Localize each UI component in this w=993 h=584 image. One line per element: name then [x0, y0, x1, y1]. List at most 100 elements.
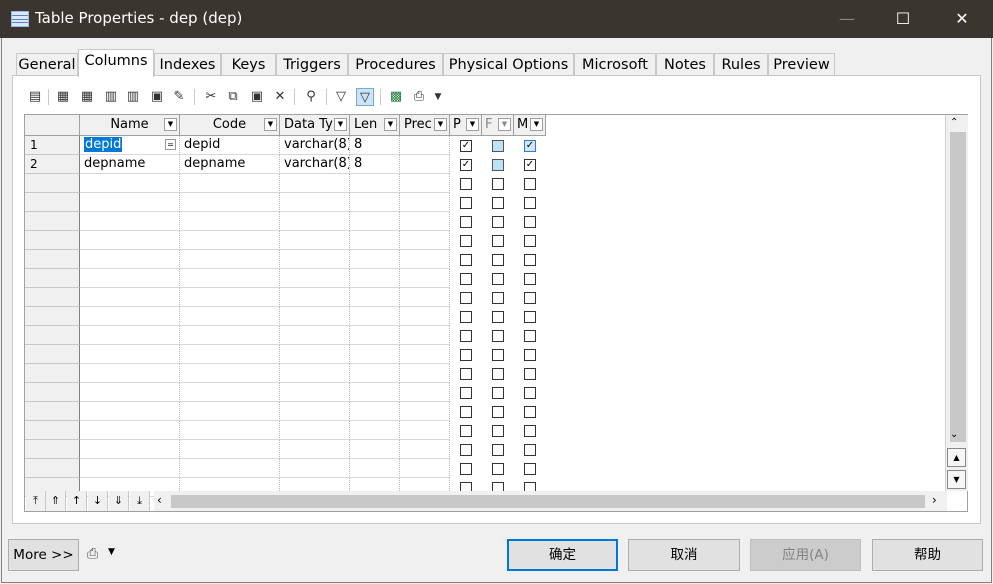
primary-checkbox[interactable] — [460, 463, 472, 475]
table-cell-name[interactable] — [80, 402, 180, 421]
table-cell-code[interactable]: depid — [180, 136, 280, 155]
table-cell-name[interactable] — [80, 307, 180, 326]
foreign-checkbox[interactable] — [492, 197, 504, 209]
row-number[interactable]: 2 — [25, 155, 80, 174]
mandatory-checkbox[interactable] — [524, 368, 536, 380]
table-cell-length[interactable] — [350, 345, 400, 364]
table-cell-name[interactable]: depid = — [80, 136, 180, 155]
table-cell-code[interactable] — [180, 421, 280, 440]
foreign-checkbox[interactable] — [492, 387, 504, 399]
table-cell-code[interactable] — [180, 212, 280, 231]
primary-checkbox[interactable] — [460, 197, 472, 209]
move-up-icon[interactable]: ↑ — [67, 491, 87, 511]
table-cell-precision[interactable] — [400, 155, 450, 174]
help-button[interactable]: 帮助 — [872, 539, 983, 571]
table-cell-length[interactable] — [350, 459, 400, 478]
row-number[interactable] — [25, 383, 80, 402]
move-to-bottom-icon[interactable]: ⤓ — [130, 491, 150, 511]
table-cell-code[interactable] — [180, 250, 280, 269]
table-cell-code[interactable] — [180, 402, 280, 421]
table-cell-name[interactable] — [80, 459, 180, 478]
mandatory-checkbox[interactable] — [524, 330, 536, 342]
dropdown-arrow-icon[interactable]: ▼ — [498, 118, 511, 131]
table-cell-data-type[interactable] — [280, 402, 350, 421]
dropdown-arrow-icon[interactable]: ▼ — [434, 118, 447, 131]
column-header-length[interactable]: Len ▼ — [350, 115, 400, 136]
tab-keys[interactable]: Keys — [221, 53, 276, 76]
table-cell-data-type[interactable] — [280, 174, 350, 193]
table-cell-data-type[interactable] — [280, 345, 350, 364]
table-cell-length[interactable] — [350, 212, 400, 231]
move-page-up-icon[interactable]: ⇑ — [46, 491, 66, 511]
table-cell-precision[interactable] — [400, 250, 450, 269]
table-cell-name[interactable] — [80, 212, 180, 231]
table-cell-length[interactable]: 8 — [350, 155, 400, 174]
table-cell-code[interactable] — [180, 174, 280, 193]
mandatory-checkbox[interactable] — [524, 178, 536, 190]
table-cell-length[interactable] — [350, 231, 400, 250]
row-number[interactable] — [25, 364, 80, 383]
table-cell-data-type[interactable] — [280, 212, 350, 231]
table-cell-code[interactable] — [180, 307, 280, 326]
cut-icon[interactable]: ✂ — [202, 88, 220, 106]
tab-rules[interactable]: Rules — [714, 53, 768, 76]
foreign-checkbox[interactable] — [492, 349, 504, 361]
filter-icon[interactable]: ▽ — [332, 88, 350, 106]
primary-checkbox[interactable] — [460, 330, 472, 342]
foreign-checkbox[interactable] — [492, 311, 504, 323]
table-cell-precision[interactable] — [400, 269, 450, 288]
page-down-icon[interactable]: ▼ — [947, 470, 966, 489]
table-cell-length[interactable] — [350, 269, 400, 288]
vertical-scrollbar[interactable]: ⌃ ⌄ ▲ ▼ — [945, 115, 968, 491]
primary-checkbox[interactable] — [460, 292, 472, 304]
table-cell-length[interactable] — [350, 364, 400, 383]
column-header-data-type[interactable]: Data Ty ▼ — [280, 115, 350, 136]
maximize-button[interactable]: ☐ — [880, 0, 926, 38]
table-cell-precision[interactable] — [400, 193, 450, 212]
paste-columns-icon[interactable]: ▣ — [148, 88, 166, 106]
table-cell-name[interactable] — [80, 383, 180, 402]
close-button[interactable]: ✕ — [939, 0, 985, 38]
print-icon[interactable]: ⎙ — [410, 88, 428, 106]
table-cell-data-type[interactable] — [280, 231, 350, 250]
mandatory-checkbox[interactable]: ✓ — [524, 140, 536, 152]
primary-checkbox[interactable] — [460, 444, 472, 456]
row-number[interactable] — [25, 402, 80, 421]
cell-text-selected[interactable]: depid — [84, 137, 123, 152]
table-cell-data-type[interactable] — [280, 250, 350, 269]
table-cell-precision[interactable] — [400, 212, 450, 231]
table-cell-data-type[interactable] — [280, 459, 350, 478]
dropdown-arrow-icon[interactable]: ▼ — [334, 118, 347, 131]
table-cell-length[interactable] — [350, 174, 400, 193]
mandatory-checkbox[interactable] — [524, 273, 536, 285]
mandatory-checkbox[interactable] — [524, 444, 536, 456]
row-number[interactable] — [25, 269, 80, 288]
table-cell-code[interactable] — [180, 288, 280, 307]
vertical-scroll-thumb[interactable] — [950, 132, 966, 442]
table-cell-length[interactable] — [350, 193, 400, 212]
table-cell-code[interactable]: depname — [180, 155, 280, 174]
ellipsis-icon[interactable]: = — [165, 139, 176, 150]
tab-general[interactable]: General — [16, 53, 78, 76]
excel-export-icon[interactable]: ▩ — [387, 88, 405, 106]
table-cell-data-type[interactable] — [280, 326, 350, 345]
column-header-name[interactable]: Name ▼ — [80, 115, 180, 136]
row-number[interactable] — [25, 288, 80, 307]
primary-checkbox[interactable] — [460, 216, 472, 228]
tab-preview[interactable]: Preview — [768, 53, 835, 76]
column-header-code[interactable]: Code ▼ — [180, 115, 280, 136]
table-cell-data-type[interactable]: varchar(8) — [280, 155, 350, 174]
table-cell-precision[interactable] — [400, 421, 450, 440]
table-cell-code[interactable] — [180, 459, 280, 478]
table-cell-length[interactable] — [350, 250, 400, 269]
tab-procedures[interactable]: Procedures — [348, 53, 443, 76]
cancel-button[interactable]: 取消 — [628, 539, 740, 571]
row-number[interactable] — [25, 440, 80, 459]
tab-triggers[interactable]: Triggers — [276, 53, 348, 76]
foreign-checkbox[interactable] — [492, 178, 504, 190]
tab-columns[interactable]: Columns — [78, 49, 154, 77]
ok-button[interactable]: 确定 — [507, 539, 618, 571]
column-header-foreign[interactable]: F ▼ — [482, 115, 514, 136]
scroll-up-icon[interactable]: ⌃ — [950, 117, 958, 128]
table-cell-data-type[interactable] — [280, 421, 350, 440]
